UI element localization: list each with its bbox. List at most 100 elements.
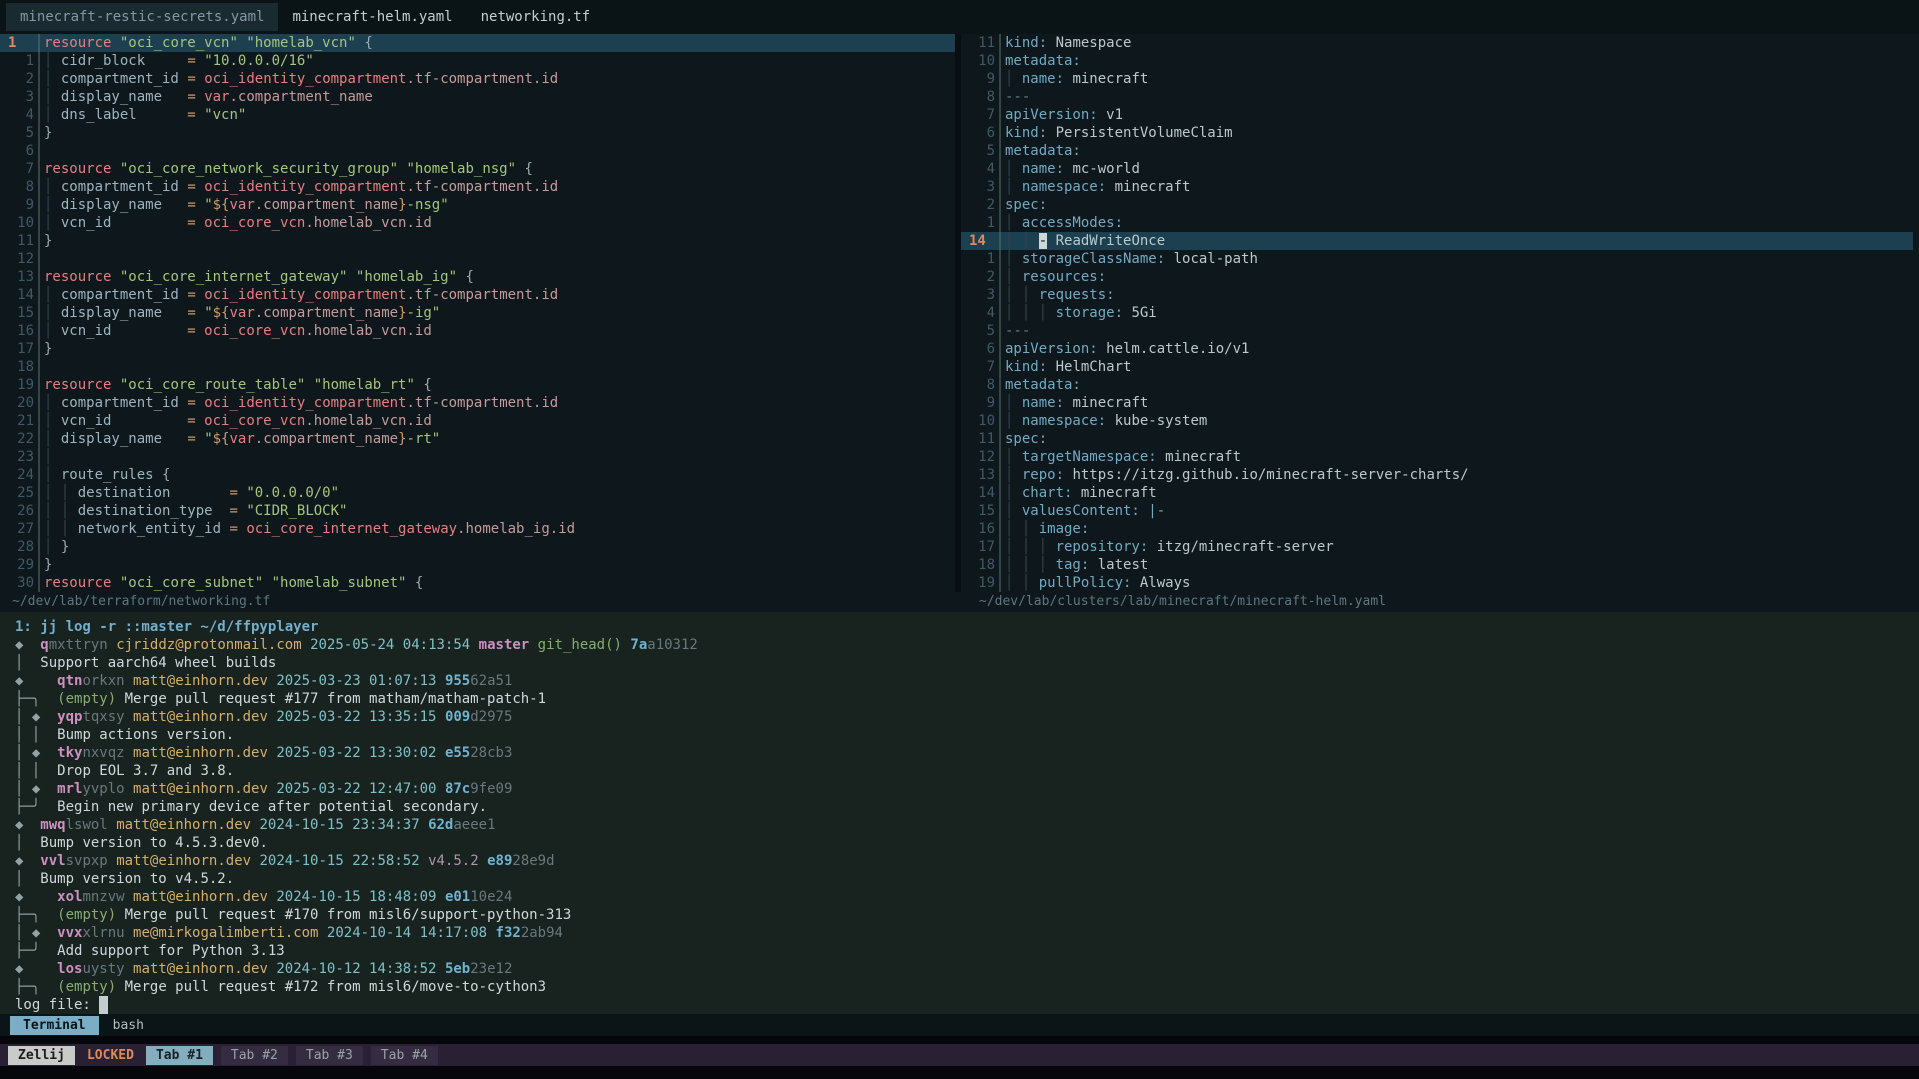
token-tag: v4.5.2	[428, 853, 479, 869]
code-line[interactable]: 10metadata:	[961, 52, 1913, 70]
code-line[interactable]: 25│ │ destination = "0.0.0.0/0"	[0, 484, 955, 502]
code-line[interactable]: 11}	[0, 232, 955, 250]
code-line[interactable]: 28│ }	[0, 538, 955, 556]
code-line[interactable]: 8metadata:	[961, 376, 1913, 394]
token-tg: │	[15, 835, 40, 851]
token-punc: {	[415, 575, 423, 591]
token-key: kind:	[1005, 359, 1047, 375]
code-line[interactable]: 6apiVersion: helm.cattle.io/v1	[961, 340, 1913, 358]
code-line[interactable]: 16│ vcn_id = oci_core_vcn.homelab_vcn.id	[0, 322, 955, 340]
code-line[interactable]: 11spec:	[961, 430, 1913, 448]
code-line[interactable]: 14│ chart: minecraft	[961, 484, 1913, 502]
code-line[interactable]: 5---	[961, 322, 1913, 340]
code-line[interactable]: 10│ namespace: kube-system	[961, 412, 1913, 430]
code-line[interactable]: 2│ compartment_id = oci_identity_compart…	[0, 70, 955, 88]
token-fg	[125, 925, 133, 941]
log-line: ├─╯ Add support for Python 3.13	[15, 942, 1919, 960]
code-line[interactable]: 22│ display_name = "${var.compartment_na…	[0, 430, 955, 448]
token-ref: var	[229, 305, 254, 321]
token-em: matt@einhorn.dev	[133, 781, 268, 797]
code-line[interactable]: 13│ repo: https://itzg.github.io/minecra…	[961, 466, 1913, 484]
code-line[interactable]: 3│ namespace: minecraft	[961, 178, 1913, 196]
code-line[interactable]: 9│ name: minecraft	[961, 70, 1913, 88]
line-number: 14	[961, 232, 995, 250]
code-line[interactable]: 24│ route_rules {	[0, 466, 955, 484]
zellij-tab[interactable]: Tab #4	[371, 1046, 438, 1065]
code-line[interactable]: 17}	[0, 340, 955, 358]
code-line[interactable]: 18│ │ │ tag: latest	[961, 556, 1913, 574]
token-em: cjriddz@protonmail.com	[116, 637, 301, 653]
code-line[interactable]: 27│ │ network_entity_id = oci_core_inter…	[0, 520, 955, 538]
code-line[interactable]: 19│ │ pullPolicy: Always	[961, 574, 1913, 592]
code-line[interactable]: 2│ resources:	[961, 268, 1913, 286]
token-val: minecraft	[1072, 485, 1156, 501]
code-line[interactable]: 15│ valuesContent: |-	[961, 502, 1913, 520]
zellij-logo: Zellij	[8, 1046, 75, 1065]
zellij-tab[interactable]: Tab #2	[221, 1046, 288, 1065]
terminal-pane[interactable]: 1: jj log -r ::master ~/d/ffpyplayer ◆ q…	[0, 612, 1919, 1014]
code-line[interactable]: 8│ compartment_id = oci_identity_compart…	[0, 178, 955, 196]
token-val: latest	[1089, 557, 1148, 573]
buffer-tab[interactable]: networking.tf	[467, 3, 605, 31]
code-line[interactable]: 3│ │ requests:	[961, 286, 1913, 304]
token-ts: 2025-03-22 13:30:02	[276, 745, 436, 761]
code-line[interactable]: 3│ display_name = var.compartment_name	[0, 88, 955, 106]
code-line[interactable]: 6	[0, 142, 955, 160]
code-line[interactable]: 10│ vcn_id = oci_core_vcn.homelab_vcn.id	[0, 214, 955, 232]
code-line[interactable]: 21│ vcn_id = oci_core_vcn.homelab_vcn.id	[0, 412, 955, 430]
code-line[interactable]: 5metadata:	[961, 142, 1913, 160]
code-line[interactable]: 6kind: PersistentVolumeClaim	[961, 124, 1913, 142]
code-line[interactable]: 7apiVersion: v1	[961, 106, 1913, 124]
code-line[interactable]: 1resource "oci_core_vcn" "homelab_vcn" {	[0, 34, 955, 52]
code-line[interactable]: 1│ cidr_block = "10.0.0.0/16"	[0, 52, 955, 70]
code-line[interactable]: 1│ storageClassName: local-path	[961, 250, 1913, 268]
token-tg: ├─╮	[15, 907, 57, 923]
token-fg	[437, 889, 445, 905]
code-line[interactable]: 8---	[961, 88, 1913, 106]
token-desc: Merge pull request #170 from misl6/suppo…	[116, 907, 571, 923]
terminal-tab-active[interactable]: Terminal	[10, 1016, 99, 1035]
code-line[interactable]: 18	[0, 358, 955, 376]
code-line[interactable]: 9│ name: minecraft	[961, 394, 1913, 412]
token-key: |-	[1140, 503, 1165, 519]
code-line[interactable]: 4│ │ │ storage: 5Gi	[961, 304, 1913, 322]
zellij-tab[interactable]: Tab #1	[146, 1046, 213, 1065]
code-line[interactable]: 29}	[0, 556, 955, 574]
code-line[interactable]: 12│ targetNamespace: minecraft	[961, 448, 1913, 466]
terminal-tab-bash[interactable]: bash	[99, 1016, 158, 1035]
buffer-tab[interactable]: minecraft-restic-secrets.yaml	[6, 3, 278, 31]
code-line[interactable]: 11kind: Namespace	[961, 34, 1913, 52]
code-line[interactable]: 23│	[0, 448, 955, 466]
code-line[interactable]: 17│ │ │ repository: itzg/minecraft-serve…	[961, 538, 1913, 556]
code-line[interactable]: 9│ display_name = "${var.compartment_nam…	[0, 196, 955, 214]
token-str: "homelab_subnet"	[272, 575, 407, 591]
token-val: itzg/minecraft-server	[1148, 539, 1333, 555]
shell-prompt-line[interactable]: log file:	[15, 996, 1919, 1014]
code-line[interactable]: 7kind: HelmChart	[961, 358, 1913, 376]
code-line[interactable]: 5}	[0, 124, 955, 142]
zellij-tab[interactable]: Tab #3	[296, 1046, 363, 1065]
code-line[interactable]: 4│ name: mc-world	[961, 160, 1913, 178]
code-line[interactable]: 15│ display_name = "${var.compartment_na…	[0, 304, 955, 322]
token-ref2: .compartment_name	[255, 197, 398, 213]
code-line[interactable]: 26│ │ destination_type = "CIDR_BLOCK"	[0, 502, 955, 520]
code-line[interactable]: 20│ compartment_id = oci_identity_compar…	[0, 394, 955, 412]
buffer-tab[interactable]: minecraft-helm.yaml	[278, 3, 466, 31]
token-fg	[437, 673, 445, 689]
code-line[interactable]: 14│ compartment_id = oci_identity_compar…	[0, 286, 955, 304]
token-tg: │ │	[15, 727, 57, 743]
code-line[interactable]: 19resource "oci_core_route_table" "homel…	[0, 376, 955, 394]
editor-pane-minecraft-helm-yaml[interactable]: 11kind: Namespace10metadata:9│ name: min…	[961, 34, 1913, 592]
token-key: apiVersion:	[1005, 107, 1098, 123]
code-line[interactable]: 14│ │ - ReadWriteOnce	[961, 232, 1913, 250]
code-line[interactable]: 30resource "oci_core_subnet" "homelab_su…	[0, 574, 955, 592]
code-line[interactable]: 16│ │ image:	[961, 520, 1913, 538]
code-line[interactable]: 7resource "oci_core_network_security_gro…	[0, 160, 955, 178]
code-line[interactable]: 4│ dns_label = "vcn"	[0, 106, 955, 124]
token-fg	[108, 637, 116, 653]
code-line[interactable]: 12	[0, 250, 955, 268]
code-line[interactable]: 2spec:	[961, 196, 1913, 214]
code-line[interactable]: 1│ accessModes:	[961, 214, 1913, 232]
editor-pane-networking-tf[interactable]: 1resource "oci_core_vcn" "homelab_vcn" {…	[0, 34, 961, 592]
code-line[interactable]: 13resource "oci_core_internet_gateway" "…	[0, 268, 955, 286]
